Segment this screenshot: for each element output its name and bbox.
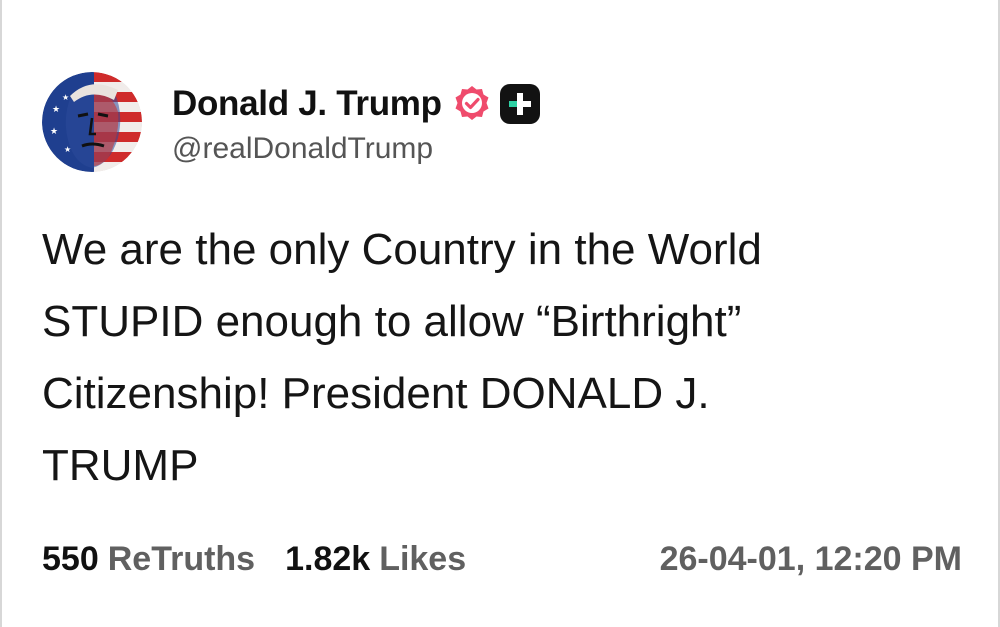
likes-label: Likes [379,540,467,578]
post-stats: 550 ReTruths 1.82k Likes 26-04-01, 12:20… [42,540,962,579]
plus-badge-icon [499,84,540,124]
avatar[interactable]: ★ ★ ★ ★ [42,72,142,172]
author-info: Donald J. Trump @realDonaldTrump [172,78,540,166]
retruths-count: 550 [42,540,99,578]
author-handle[interactable]: @realDonaldTrump [172,132,540,166]
post-card: ★ ★ ★ ★ Donald J. Trump @realDonaldTrump… [0,0,1000,627]
post-header: ★ ★ ★ ★ Donald J. Trump @realDonaldTrump [42,72,540,172]
avatar-image: ★ ★ ★ ★ [42,72,142,172]
svg-text:★: ★ [50,127,58,137]
svg-text:★: ★ [52,105,60,115]
post-timestamp: 26-04-01, 12:20 PM [659,540,962,578]
likes-count: 1.82k [285,540,371,578]
post-text: We are the only Country in the World STU… [42,225,762,490]
retruths-stat[interactable]: 550 ReTruths [42,540,255,579]
retruths-label: ReTruths [107,540,256,578]
svg-text:★: ★ [64,145,71,154]
likes-stat[interactable]: 1.82k Likes [285,540,466,579]
svg-text:★: ★ [62,93,69,102]
author-display-name[interactable]: Donald J. Trump [172,84,442,124]
name-row: Donald J. Trump [172,78,540,130]
verified-badge-icon [452,84,492,124]
